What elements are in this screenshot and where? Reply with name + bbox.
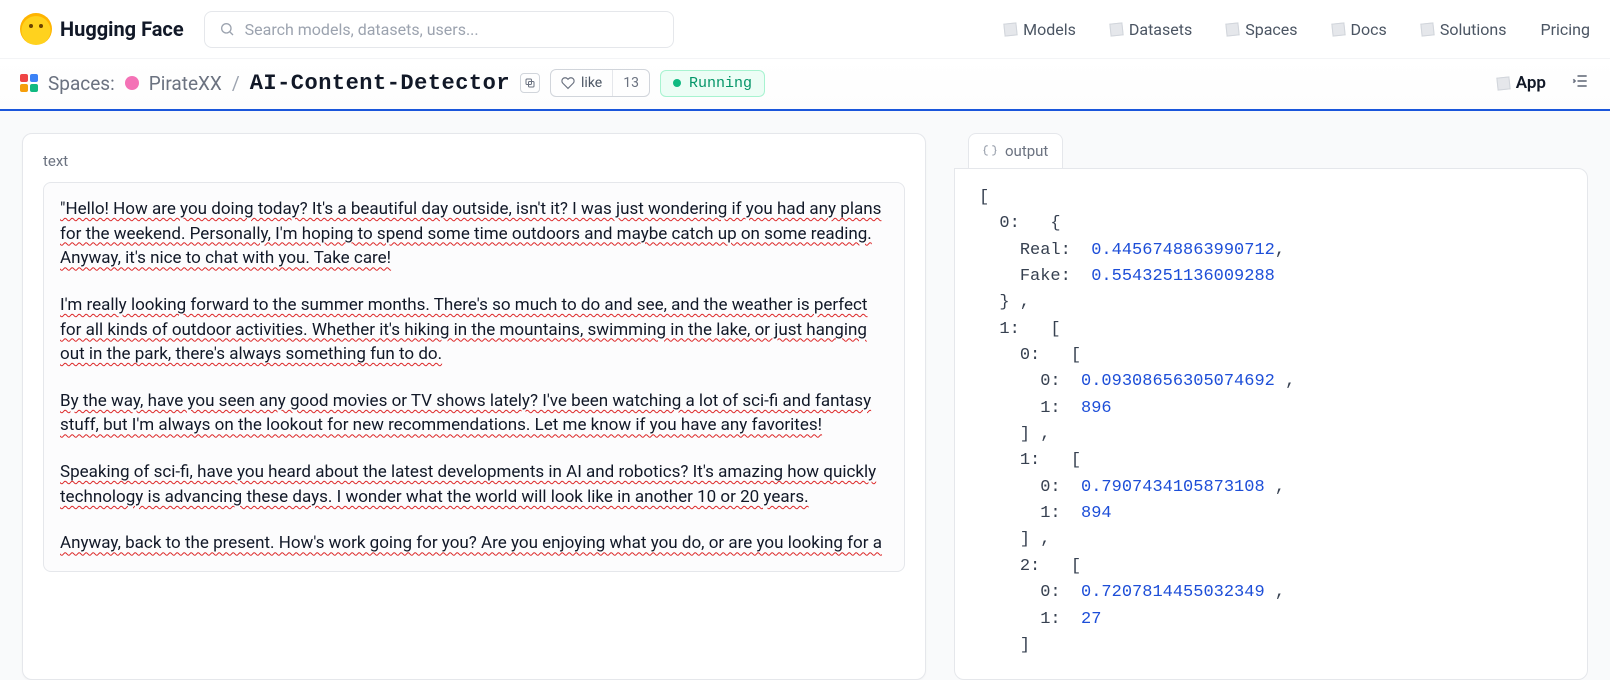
text-input[interactable]: "Hello! How are you doing today? It's a … <box>43 182 905 572</box>
search-placeholder: Search models, datasets, users... <box>245 20 479 39</box>
status-dot-icon <box>673 79 681 87</box>
brand-block[interactable]: Hugging Face <box>20 13 184 45</box>
breadcrumb-slash: / <box>232 72 240 95</box>
spaces-icon <box>20 74 38 92</box>
search-input[interactable]: Search models, datasets, users... <box>204 11 674 48</box>
like-button[interactable]: like <box>551 70 612 96</box>
sidebar-toggle-button[interactable] <box>1570 71 1590 95</box>
search-icon <box>219 21 235 37</box>
output-panel: output [ 0: { Real: 0.4456748863990712, … <box>954 133 1588 680</box>
owner-link[interactable]: PirateXX <box>149 72 222 95</box>
hf-logo-icon <box>20 13 52 45</box>
copy-name-button[interactable] <box>520 73 540 93</box>
doc-icon <box>1331 22 1345 36</box>
output-tab[interactable]: output <box>968 133 1063 168</box>
briefcase-icon <box>1420 22 1434 36</box>
grid-icon <box>1226 22 1240 36</box>
nav-docs[interactable]: Docs <box>1332 20 1387 39</box>
brand-text: Hugging Face <box>60 17 184 41</box>
input-label: text <box>43 152 905 170</box>
nav-spaces[interactable]: Spaces <box>1226 20 1297 39</box>
nav-pricing[interactable]: Pricing <box>1541 20 1591 39</box>
top-nav: Hugging Face Search models, datasets, us… <box>0 0 1610 58</box>
space-name[interactable]: AI-Content-Detector <box>250 71 510 96</box>
spaces-label: Spaces: <box>48 72 115 95</box>
like-group: like 13 <box>550 69 650 97</box>
like-count: 13 <box>612 70 649 96</box>
app-tab-button[interactable]: App <box>1497 73 1546 93</box>
status-text: Running <box>689 75 752 92</box>
input-card: text "Hello! How are you doing today? It… <box>22 133 926 680</box>
heart-icon <box>561 76 575 90</box>
database-icon <box>1109 22 1123 36</box>
status-badge: Running <box>660 70 765 97</box>
nav-solutions[interactable]: Solutions <box>1421 20 1507 39</box>
space-header: Spaces: PirateXX / AI-Content-Detector l… <box>0 58 1610 111</box>
json-icon <box>983 144 997 158</box>
app-icon <box>1496 76 1510 90</box>
output-json: [ 0: { Real: 0.4456748863990712, Fake: 0… <box>954 168 1588 680</box>
nav-datasets[interactable]: Datasets <box>1110 20 1192 39</box>
nav-right: Models Datasets Spaces Docs Solutions Pr… <box>1004 20 1590 39</box>
app-body: text "Hello! How are you doing today? It… <box>0 111 1610 680</box>
nav-models[interactable]: Models <box>1004 20 1076 39</box>
cube-icon <box>1003 22 1017 36</box>
owner-avatar-icon <box>125 76 139 90</box>
